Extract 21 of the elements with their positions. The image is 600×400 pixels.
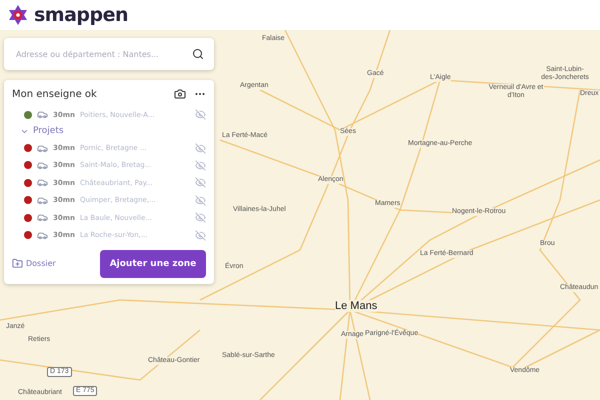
eye-off-icon[interactable] [195,194,206,206]
car-icon [37,177,48,188]
logo-icon [8,5,28,25]
camera-icon[interactable] [174,88,186,100]
add-zone-button[interactable]: Ajouter une zone [100,250,206,278]
eye-off-icon[interactable] [195,142,206,154]
panel-title: Mon enseigne ok [12,88,98,100]
folder-button[interactable]: Dossier [12,258,56,270]
brand-name: smappen [34,4,128,26]
car-icon [37,109,48,120]
eye-off-icon[interactable] [195,230,206,241]
eye-off-icon[interactable] [195,177,206,188]
folder-plus-icon [12,258,23,270]
car-icon [37,212,48,224]
city-label: Le Mans [335,300,378,312]
group-toggle[interactable]: Projets [12,123,206,140]
search-bar[interactable]: Adresse ou département : Nantes... [4,38,214,70]
search-icon[interactable] [192,48,204,60]
eye-off-icon[interactable] [195,212,206,224]
eye-off-icon[interactable] [195,109,206,120]
eye-off-icon[interactable] [195,160,206,171]
